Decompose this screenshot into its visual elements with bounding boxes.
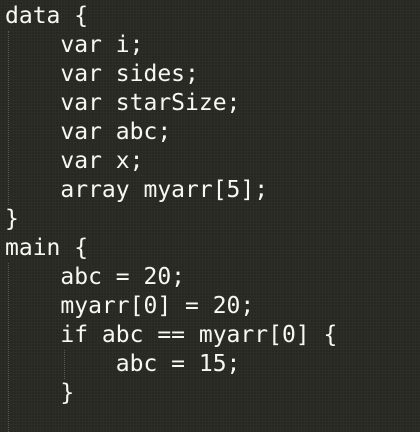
indent-guide [8,31,9,205]
code-line[interactable]: myarr[0] = 20; [5,292,337,321]
code-line[interactable]: var sides; [5,60,337,89]
indent-guide [8,263,9,432]
code-line[interactable]: abc = 20; [5,263,337,292]
code-line[interactable]: if abc == myarr[0] { [5,321,337,350]
code-line[interactable]: main { [5,234,337,263]
code-line[interactable]: } [5,379,337,408]
code-line[interactable]: var i; [5,31,337,60]
indent-guide [64,350,65,379]
code-block[interactable]: data { var i; var sides; var starSize; v… [5,2,337,408]
code-line[interactable]: var abc; [5,118,337,147]
code-line[interactable]: data { [5,2,337,31]
code-line[interactable]: abc = 15; [5,350,337,379]
code-editor[interactable]: data { var i; var sides; var starSize; v… [0,0,420,432]
code-line[interactable]: } [5,205,337,234]
code-line[interactable]: array myarr[5]; [5,176,337,205]
code-line[interactable]: var starSize; [5,89,337,118]
code-line[interactable]: var x; [5,147,337,176]
